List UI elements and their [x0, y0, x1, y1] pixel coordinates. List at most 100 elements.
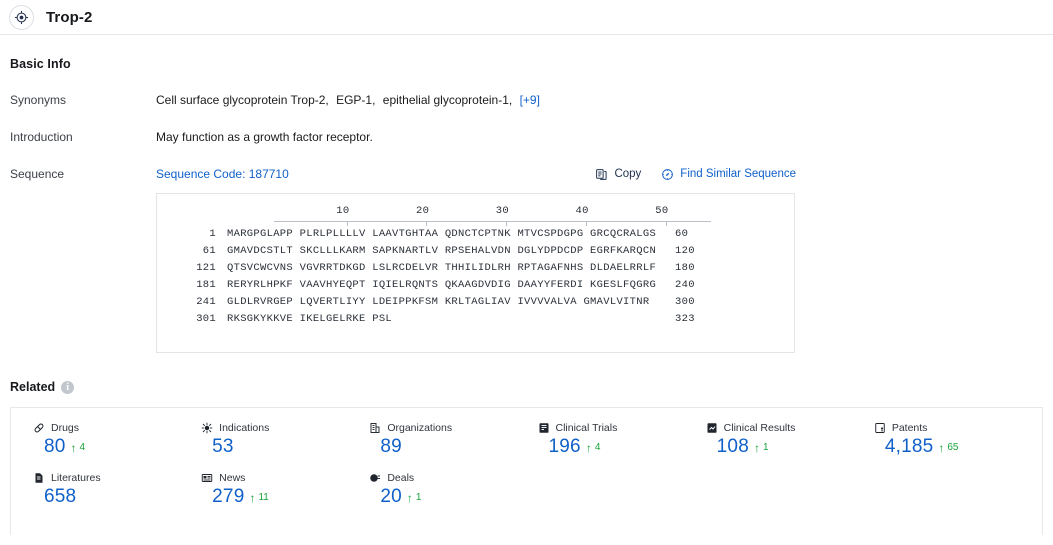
- related-title: Related: [10, 380, 56, 394]
- sequence-residues: RERYRLHPKF VAAVHYEQPT IQIELRQNTS QKAAGDV…: [227, 279, 657, 291]
- info-icon[interactable]: i: [61, 380, 75, 394]
- stat-label-row: Deals: [369, 472, 537, 484]
- sequence-ruler: 10 20 30 40 50: [274, 204, 711, 226]
- synonym-item: Cell surface glycoprotein Trop-2,: [156, 93, 329, 107]
- stat-delta-value: 4: [594, 442, 601, 453]
- stat-label-row: News: [201, 472, 369, 484]
- introduction-value: May function as a growth factor receptor…: [156, 130, 373, 144]
- sequence-line: 121 QTSVCWCVNS VGVRRTDKGD LSLRCDELVR THHI…: [157, 260, 794, 277]
- ruler-tick: [346, 221, 348, 226]
- stat-value[interactable]: 89: [380, 436, 402, 458]
- synonym-item: epithelial glycoprotein-1,: [382, 93, 513, 107]
- stat-card-drugs[interactable]: Drugs 80 ↑ 4: [33, 422, 201, 460]
- page-title: Trop-2: [46, 8, 93, 26]
- stat-card-deals[interactable]: Deals 20 ↑ 1: [369, 472, 537, 510]
- related-header: Related i: [10, 353, 1043, 394]
- stat-value[interactable]: 80: [44, 436, 66, 458]
- stat-label-row: Clinical Results: [706, 422, 874, 434]
- stat-delta-value: 4: [79, 442, 86, 453]
- stat-label-row: Literatures: [33, 472, 201, 484]
- stat-card-clinical-results[interactable]: Clinical Results 108 ↑ 1: [706, 422, 874, 460]
- stat-card-clinical-trials[interactable]: Clinical Trials 196 ↑ 4: [538, 422, 706, 460]
- up-arrow-icon: ↑: [938, 441, 945, 455]
- sequence-line: 241 GLDLRVRGEP LQVERTLIYY LDEIPPKFSM KRLT…: [157, 294, 794, 311]
- sequence-line: 61 GMAVDCSTLT SKCLLLKARM SAPKNARTLV RPSEH…: [157, 243, 794, 260]
- stat-value[interactable]: 108: [717, 436, 749, 458]
- stat-value-row: 20 ↑ 1: [369, 486, 537, 508]
- stat-delta: ↑ 1: [407, 492, 422, 504]
- stat-delta: ↑ 11: [249, 492, 268, 504]
- ruler-label: 10: [336, 205, 350, 217]
- stat-value-row: 80 ↑ 4: [33, 436, 201, 458]
- stat-card-literatures[interactable]: Literatures 658: [33, 472, 201, 510]
- stat-delta: ↑ 4: [586, 442, 601, 454]
- stat-delta-value: 1: [762, 442, 769, 453]
- related-section: Related i Drugs 80 ↑ 4 Indications 53 Organiza…: [0, 353, 1053, 535]
- stat-value-row: 4,185 ↑ 65: [874, 436, 1042, 458]
- patent-icon: [874, 422, 886, 434]
- related-stats-grid: Drugs 80 ↑ 4 Indications 53 Organizations 89 Cli…: [11, 422, 1042, 510]
- stat-label: News: [219, 472, 246, 484]
- sequence-line: 181 RERYRLHPKF VAAVHYEQPT IQIELRQNTS QKAA…: [157, 277, 794, 294]
- sequence-end-index: 240: [675, 279, 695, 291]
- sequence-end-index: 60: [675, 228, 689, 240]
- stat-delta-value: 1: [415, 492, 422, 503]
- literature-icon: [33, 472, 45, 484]
- stat-label-row: Clinical Trials: [538, 422, 706, 434]
- clinical-trial-icon: [538, 422, 550, 434]
- stat-card-organizations[interactable]: Organizations 89: [369, 422, 537, 460]
- stat-value[interactable]: 20: [380, 486, 402, 508]
- basic-info-section: Basic Info Synonyms Cell surface glycopr…: [0, 35, 1053, 353]
- sequence-start-index: 301: [196, 313, 216, 325]
- stat-value[interactable]: 279: [212, 486, 244, 508]
- ruler-label: 40: [575, 205, 589, 217]
- stat-value[interactable]: 658: [44, 486, 76, 508]
- sequence-actions: Copy Find Similar Sequence: [595, 166, 796, 182]
- sequence-start-index: 1: [209, 228, 216, 240]
- sequence-label: Sequence: [10, 167, 65, 181]
- stat-label-row: Drugs: [33, 422, 201, 434]
- basic-info-title: Basic Info: [10, 57, 71, 71]
- stat-value-row: 108 ↑ 1: [706, 436, 874, 458]
- stat-card-indications[interactable]: Indications 53: [201, 422, 369, 460]
- pill-icon: [33, 422, 45, 434]
- stat-value-row: 53: [201, 436, 369, 458]
- stat-value[interactable]: 53: [212, 436, 234, 458]
- sequence-header: Sequence Code: 187710 Copy Find Similar …: [156, 166, 796, 182]
- stat-delta: ↑ 1: [754, 442, 769, 454]
- stat-value-row: 658: [33, 486, 201, 508]
- sequence-end-index: 120: [675, 245, 695, 257]
- sequence-code-link[interactable]: Sequence Code: 187710: [156, 166, 289, 182]
- find-similar-sequence-button[interactable]: Find Similar Sequence: [661, 166, 796, 182]
- stat-label: Organizations: [387, 422, 453, 434]
- sequence-start-index: 181: [196, 279, 216, 291]
- up-arrow-icon: ↑: [70, 441, 77, 455]
- stat-label: Patents: [891, 422, 928, 434]
- stat-card-patents[interactable]: Patents 4,185 ↑ 65: [874, 422, 1042, 460]
- ruler-tick: [506, 221, 507, 226]
- sequence-start-index: 241: [196, 296, 216, 308]
- sequence-box: 10 20 30 40 50 1 MARGPGLAPP PLRLPLLLLV LAAVTG…: [156, 193, 795, 353]
- sequence-start-index: 61: [202, 245, 216, 257]
- stat-delta-value: 65: [947, 442, 959, 453]
- page-header: Trop-2: [0, 0, 1053, 35]
- clinical-result-icon: [706, 422, 718, 434]
- stat-value-row: 279 ↑ 11: [201, 486, 369, 508]
- stat-value[interactable]: 196: [549, 436, 581, 458]
- ruler-line: [274, 221, 711, 222]
- news-icon: [201, 472, 213, 484]
- stat-value[interactable]: 4,185: [885, 436, 934, 458]
- synonyms-more-link[interactable]: [+9]: [520, 93, 540, 107]
- sequence-lines: 1 MARGPGLAPP PLRLPLLLLV LAAVTGHTAA QDNCTC…: [157, 226, 794, 328]
- sequence-end-index: 323: [675, 313, 695, 325]
- stat-label: Indications: [219, 422, 270, 434]
- sequence-end-index: 300: [675, 296, 695, 308]
- sequence-residues: MARGPGLAPP PLRLPLLLLV LAAVTGHTAA QDNCTCP…: [227, 228, 657, 240]
- stat-label-row: Patents: [874, 422, 1042, 434]
- stat-label: Clinical Results: [723, 422, 796, 434]
- sequence-end-index: 180: [675, 262, 695, 274]
- stat-card-news[interactable]: News 279 ↑ 11: [201, 472, 369, 510]
- stat-label: Drugs: [51, 422, 80, 434]
- target-icon: [9, 4, 34, 30]
- copy-button[interactable]: Copy: [595, 166, 641, 182]
